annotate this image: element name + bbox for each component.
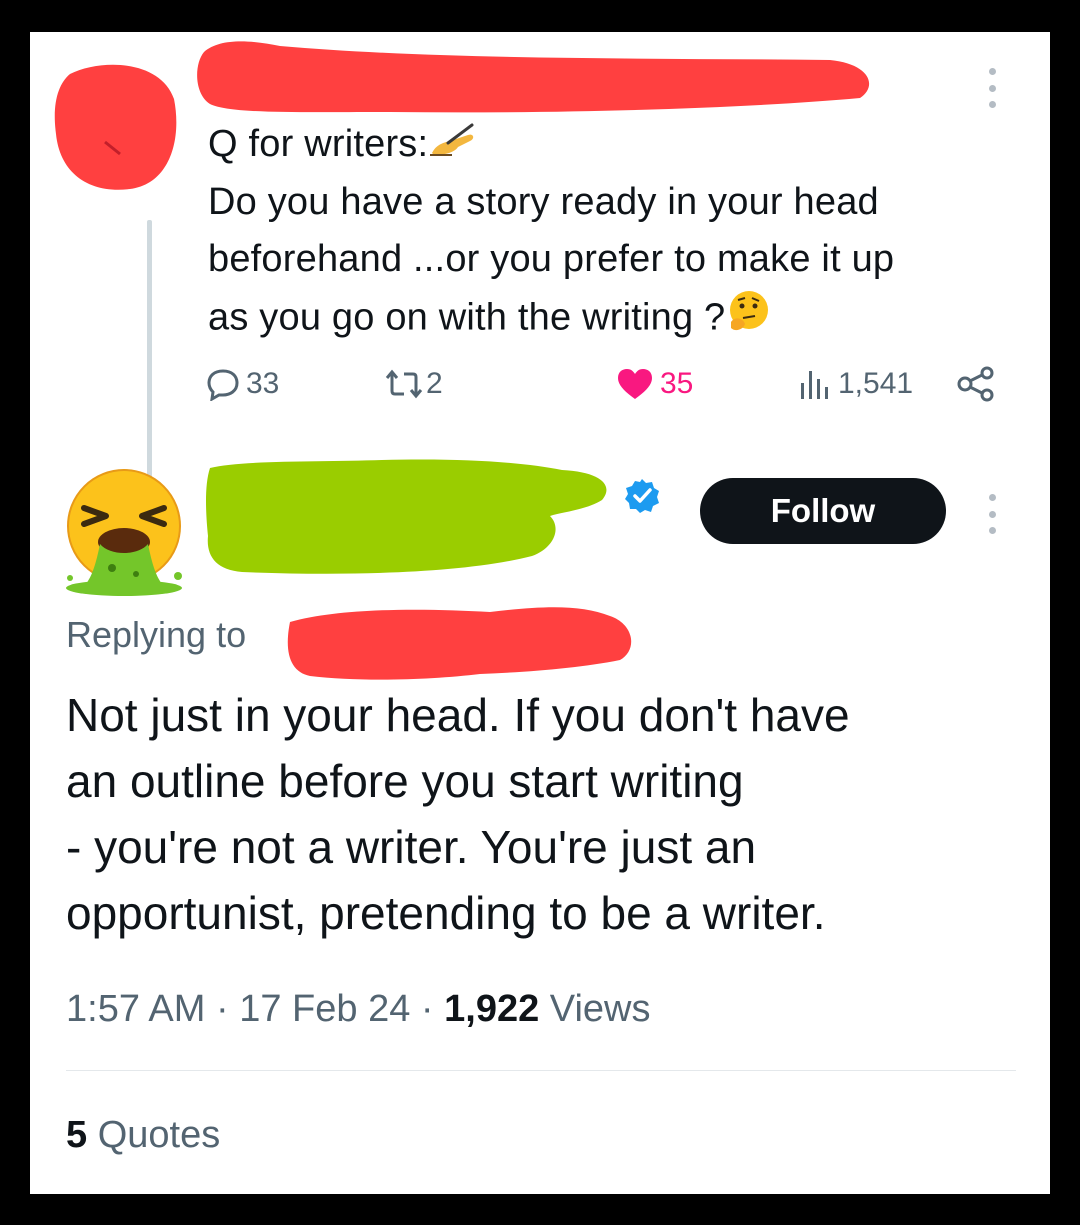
thinking-face-icon — [725, 288, 771, 351]
views-label: Views — [549, 988, 651, 1030]
retweet-icon — [385, 369, 423, 399]
reply-line-4: opportunist, pretending to be a writer. — [66, 887, 826, 939]
quotes-count: 5 — [66, 1114, 88, 1156]
tweet-detail-card: Q for writers: Do you have a story ready… — [30, 32, 1050, 1194]
tweet-metadata: 1:57 AM · 17 Feb 24 · 1,922 Views — [66, 988, 651, 1030]
share-icon — [957, 366, 994, 402]
reply-line-1: Not just in your head. If you don't have — [66, 689, 850, 741]
share-stat[interactable] — [956, 364, 996, 404]
tweet-line-4: as you go on with the writing ? — [208, 288, 1018, 351]
redacted-avatar — [54, 64, 177, 190]
tweet-date[interactable]: 17 Feb 24 — [239, 988, 410, 1030]
tweet-time[interactable]: 1:57 AM — [66, 988, 205, 1030]
writing-hand-icon — [428, 117, 476, 174]
tweet-line-2: Do you have a story ready in your head — [208, 181, 879, 224]
redacted-replying-to-handle — [287, 607, 632, 680]
views-count: 1,922 — [444, 988, 540, 1030]
thread-connector-line — [147, 220, 152, 492]
redacted-username — [197, 41, 870, 113]
reply-tweet-text: Not just in your head. If you don't have… — [66, 682, 1026, 946]
replying-to-label: Replying to — [66, 614, 247, 655]
follow-button[interactable]: Follow — [700, 478, 946, 544]
views-chart-icon — [801, 371, 828, 399]
reply-icon — [207, 369, 239, 401]
redacted-reply-username — [206, 459, 607, 574]
quotes-link[interactable]: 5 Quotes — [66, 1114, 220, 1157]
reply-line-2: an outline before you start writing — [66, 755, 744, 807]
reply-stat[interactable]: 33 — [206, 364, 279, 404]
quotes-label: Quotes — [97, 1114, 221, 1156]
views-stat[interactable]: 1,541 — [798, 364, 913, 404]
original-tweet-text: Q for writers: Do you have a story ready… — [208, 116, 1018, 351]
reply-more-options-icon[interactable] — [987, 494, 997, 534]
verified-badge-icon — [625, 479, 659, 513]
heart-icon — [618, 369, 652, 399]
tweet-line-3: beforehand ...or you prefer to make it u… — [208, 238, 895, 281]
face-vomiting-avatar — [66, 469, 182, 596]
retweet-stat[interactable]: 2 — [384, 364, 443, 404]
more-options-icon[interactable] — [987, 68, 997, 108]
tweet-line-1: Q for writers: — [208, 116, 1018, 174]
like-stat[interactable]: 35 — [616, 364, 693, 404]
reply-line-3: - you're not a writer. You're just an — [66, 821, 757, 873]
divider — [66, 1070, 1016, 1071]
